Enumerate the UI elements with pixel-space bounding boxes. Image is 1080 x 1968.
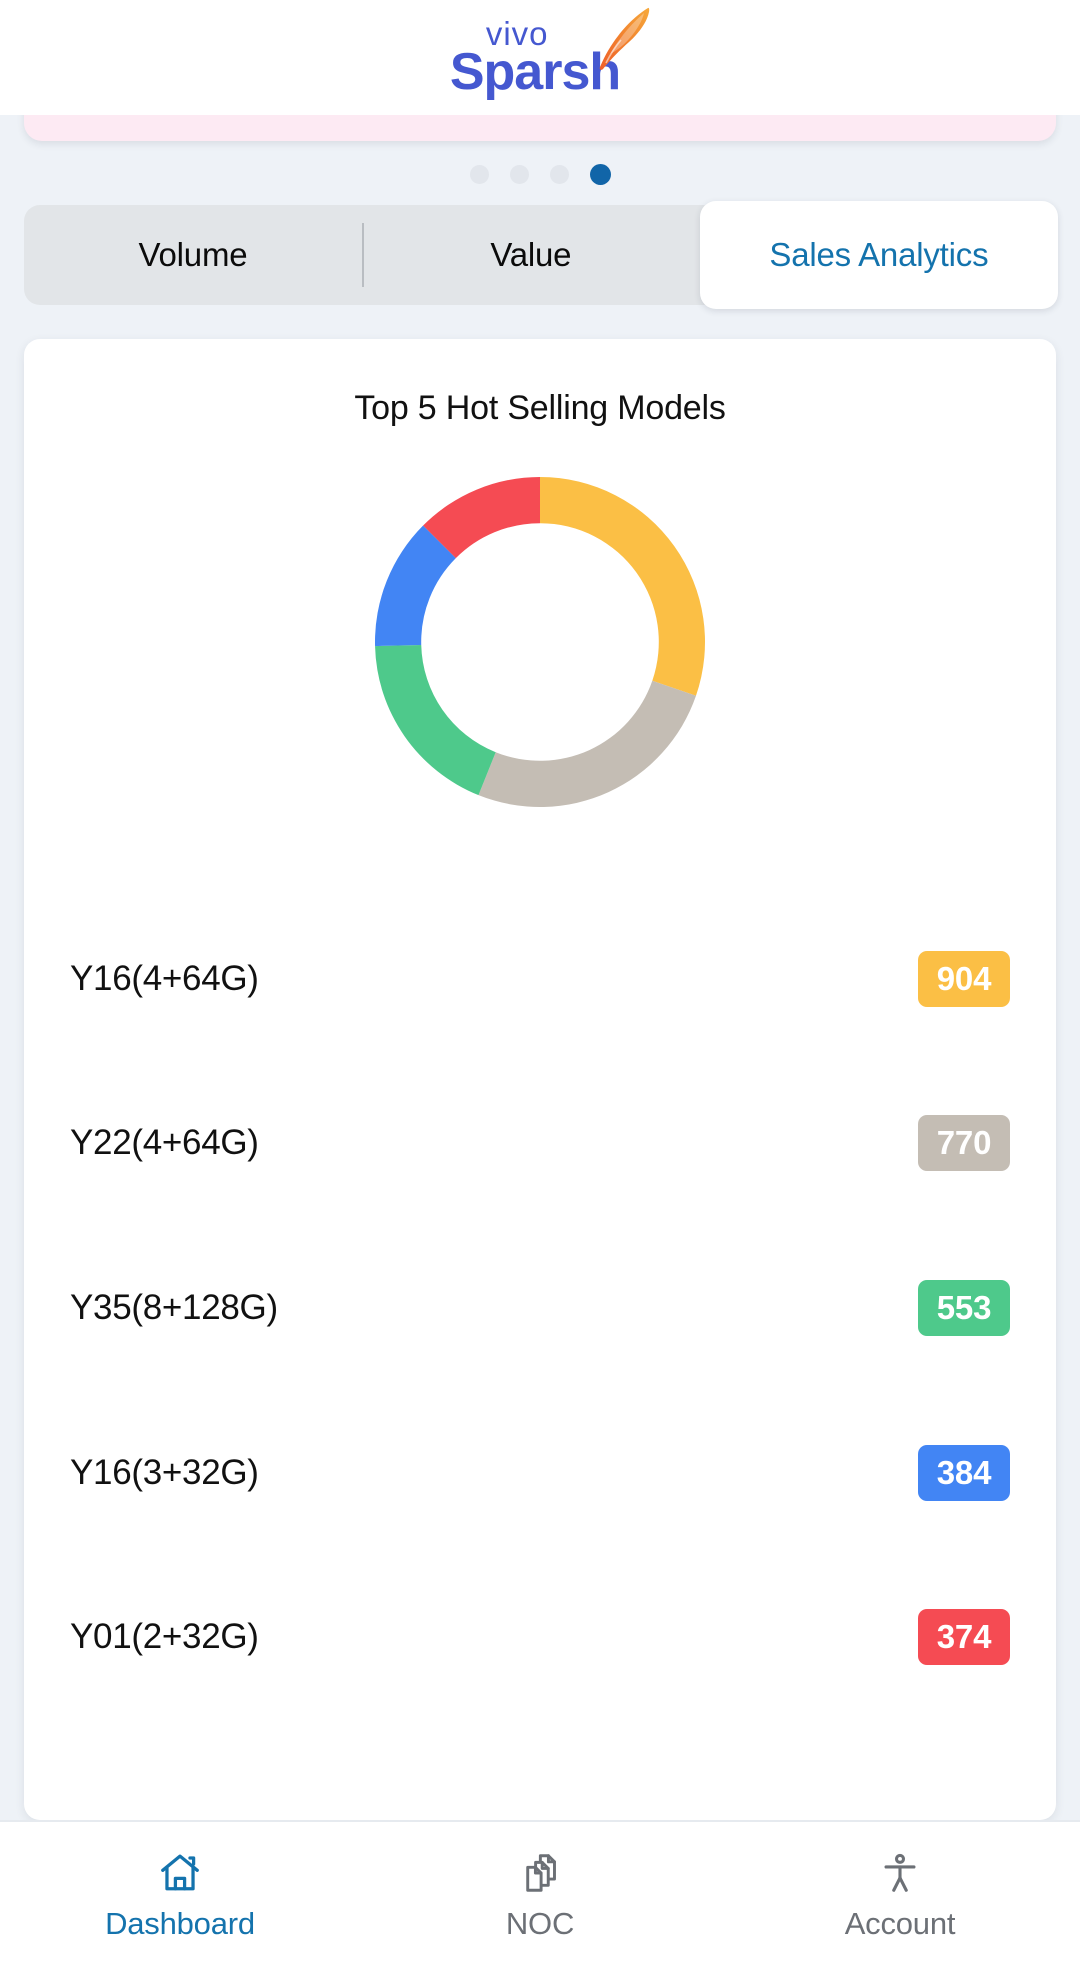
- legend-label: Y35(8+128G): [70, 1287, 278, 1327]
- donut-slice[interactable]: [540, 477, 705, 696]
- legend-row[interactable]: Y22(4+64G) 770: [70, 1107, 1010, 1179]
- app-logo: vivo Sparsh: [449, 7, 650, 101]
- legend-value-badge: 384: [918, 1444, 1010, 1501]
- donut-chart: [24, 472, 1056, 812]
- nav-label: Account: [844, 1905, 956, 1941]
- promo-card-peek[interactable]: [24, 115, 1056, 141]
- dashboard-body: Volume Value Sales Analytics Top 5 Hot S…: [0, 115, 1080, 1820]
- legend-row[interactable]: Y16(3+32G) 384: [70, 1437, 1010, 1509]
- legend-label: Y01(2+32G): [70, 1617, 259, 1657]
- carousel-dot-3[interactable]: [549, 164, 569, 184]
- legend-value-badge: 770: [918, 1115, 1010, 1172]
- tab-sales-analytics[interactable]: Sales Analytics: [699, 201, 1058, 309]
- app-header: vivo Sparsh: [0, 0, 1080, 115]
- donut-slice[interactable]: [375, 644, 496, 796]
- logo-sparsh-text: Sparsh: [449, 43, 621, 101]
- home-icon: [156, 1849, 204, 1897]
- legend-row[interactable]: Y16(4+64G) 904: [70, 943, 1010, 1015]
- legend-value-badge: 553: [918, 1279, 1010, 1336]
- legend-row[interactable]: Y35(8+128G) 553: [70, 1272, 1010, 1344]
- carousel-dot-4[interactable]: [589, 163, 611, 185]
- tab-volume[interactable]: Volume: [24, 205, 362, 305]
- nav-label: NOC: [505, 1905, 575, 1941]
- analytics-tabbar: Volume Value Sales Analytics: [24, 201, 1058, 309]
- legend-label: Y16(3+32G): [70, 1452, 259, 1492]
- nav-item-noc[interactable]: NOC: [360, 1822, 720, 1968]
- nav-label: Dashboard: [105, 1905, 255, 1941]
- nav-item-account[interactable]: Account: [720, 1822, 1080, 1968]
- documents-icon: [516, 1849, 564, 1897]
- person-icon: [876, 1849, 924, 1897]
- carousel-dot-1[interactable]: [469, 164, 489, 184]
- nav-item-dashboard[interactable]: Dashboard: [0, 1822, 360, 1968]
- donut-chart-svg: [375, 477, 705, 807]
- chart-title: Top 5 Hot Selling Models: [354, 389, 726, 427]
- chart-legend: Y16(4+64G) 904 Y22(4+64G) 770 Y35(8+128G…: [24, 842, 1056, 1800]
- donut-slice[interactable]: [478, 680, 696, 807]
- carousel-dot-2[interactable]: [509, 164, 529, 184]
- legend-label: Y22(4+64G): [70, 1123, 259, 1163]
- legend-row[interactable]: Y01(2+32G) 374: [70, 1601, 1010, 1673]
- tab-value[interactable]: Value: [361, 205, 700, 305]
- legend-value-badge: 374: [918, 1609, 1010, 1666]
- legend-value-badge: 904: [918, 950, 1010, 1007]
- carousel-dots[interactable]: [0, 163, 1080, 185]
- legend-label: Y16(4+64G): [70, 958, 259, 998]
- sales-analytics-card: Top 5 Hot Selling Models Y16(4+64G) 904 …: [24, 339, 1056, 1820]
- bottom-navigation: Dashboard NOC Account: [0, 1820, 1080, 1968]
- app-root: vivo Sparsh Volume Value Sales Analytics…: [0, 0, 1080, 1968]
